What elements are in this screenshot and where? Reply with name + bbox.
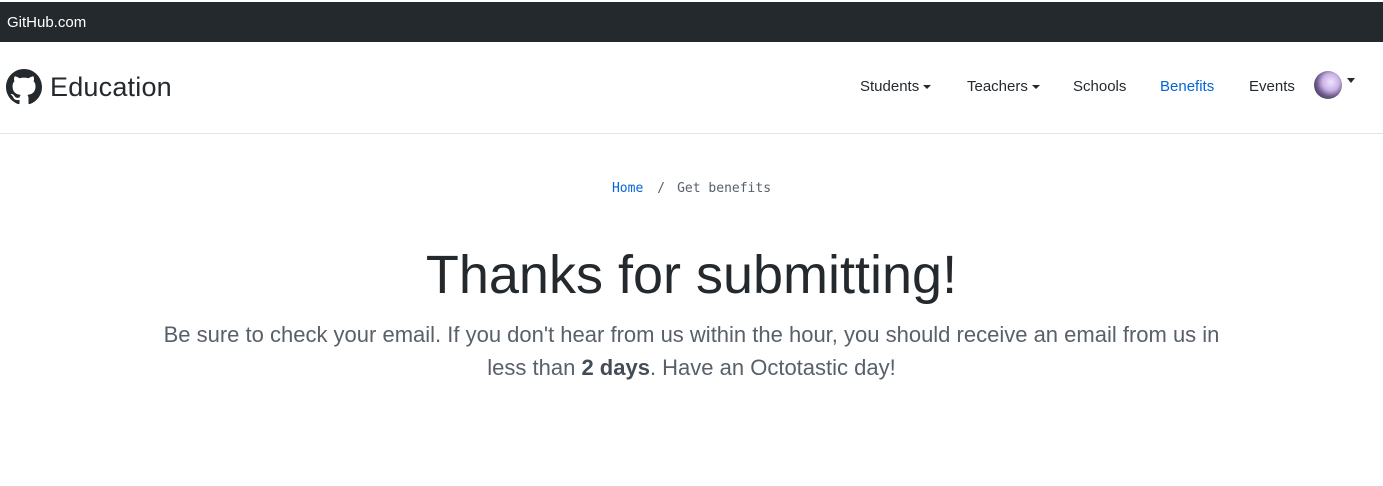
brand-label: Education bbox=[50, 71, 172, 102]
page-title: Thanks for submitting! bbox=[425, 245, 958, 305]
breadcrumb-home-link[interactable]: Home bbox=[612, 181, 643, 196]
avatar bbox=[1314, 71, 1342, 99]
breadcrumb-separator: / bbox=[657, 181, 666, 196]
lead-paragraph: Be sure to check your email. If you don'… bbox=[150, 318, 1233, 384]
navbar: Education Students Teachers Schools Bene… bbox=[0, 42, 1383, 134]
brand-link[interactable]: Education bbox=[6, 69, 172, 105]
nav-benefits[interactable]: Benefits bbox=[1160, 78, 1214, 95]
breadcrumb: Home / Get benefits bbox=[0, 181, 1383, 196]
breadcrumb-current: Get benefits bbox=[677, 181, 772, 196]
github-com-link[interactable]: GitHub.com bbox=[7, 14, 86, 31]
caret-down-icon bbox=[1031, 85, 1040, 90]
nav-events[interactable]: Events bbox=[1249, 78, 1295, 95]
caret-down-icon bbox=[923, 85, 932, 90]
nav-teachers[interactable]: Teachers bbox=[967, 78, 1040, 95]
caret-down-icon bbox=[1347, 77, 1355, 83]
nav-schools[interactable]: Schools bbox=[1073, 78, 1126, 95]
lead-text-2: . Have an Octotastic day! bbox=[649, 355, 896, 380]
nav-students-label: Students bbox=[860, 78, 920, 95]
lead-bold: 2 days bbox=[581, 355, 650, 380]
nav-teachers-label: Teachers bbox=[967, 78, 1028, 95]
github-octocat-icon bbox=[6, 69, 42, 105]
user-menu[interactable] bbox=[1314, 71, 1355, 99]
nav-students[interactable]: Students bbox=[860, 78, 932, 95]
top-bar: GitHub.com bbox=[0, 0, 1383, 42]
